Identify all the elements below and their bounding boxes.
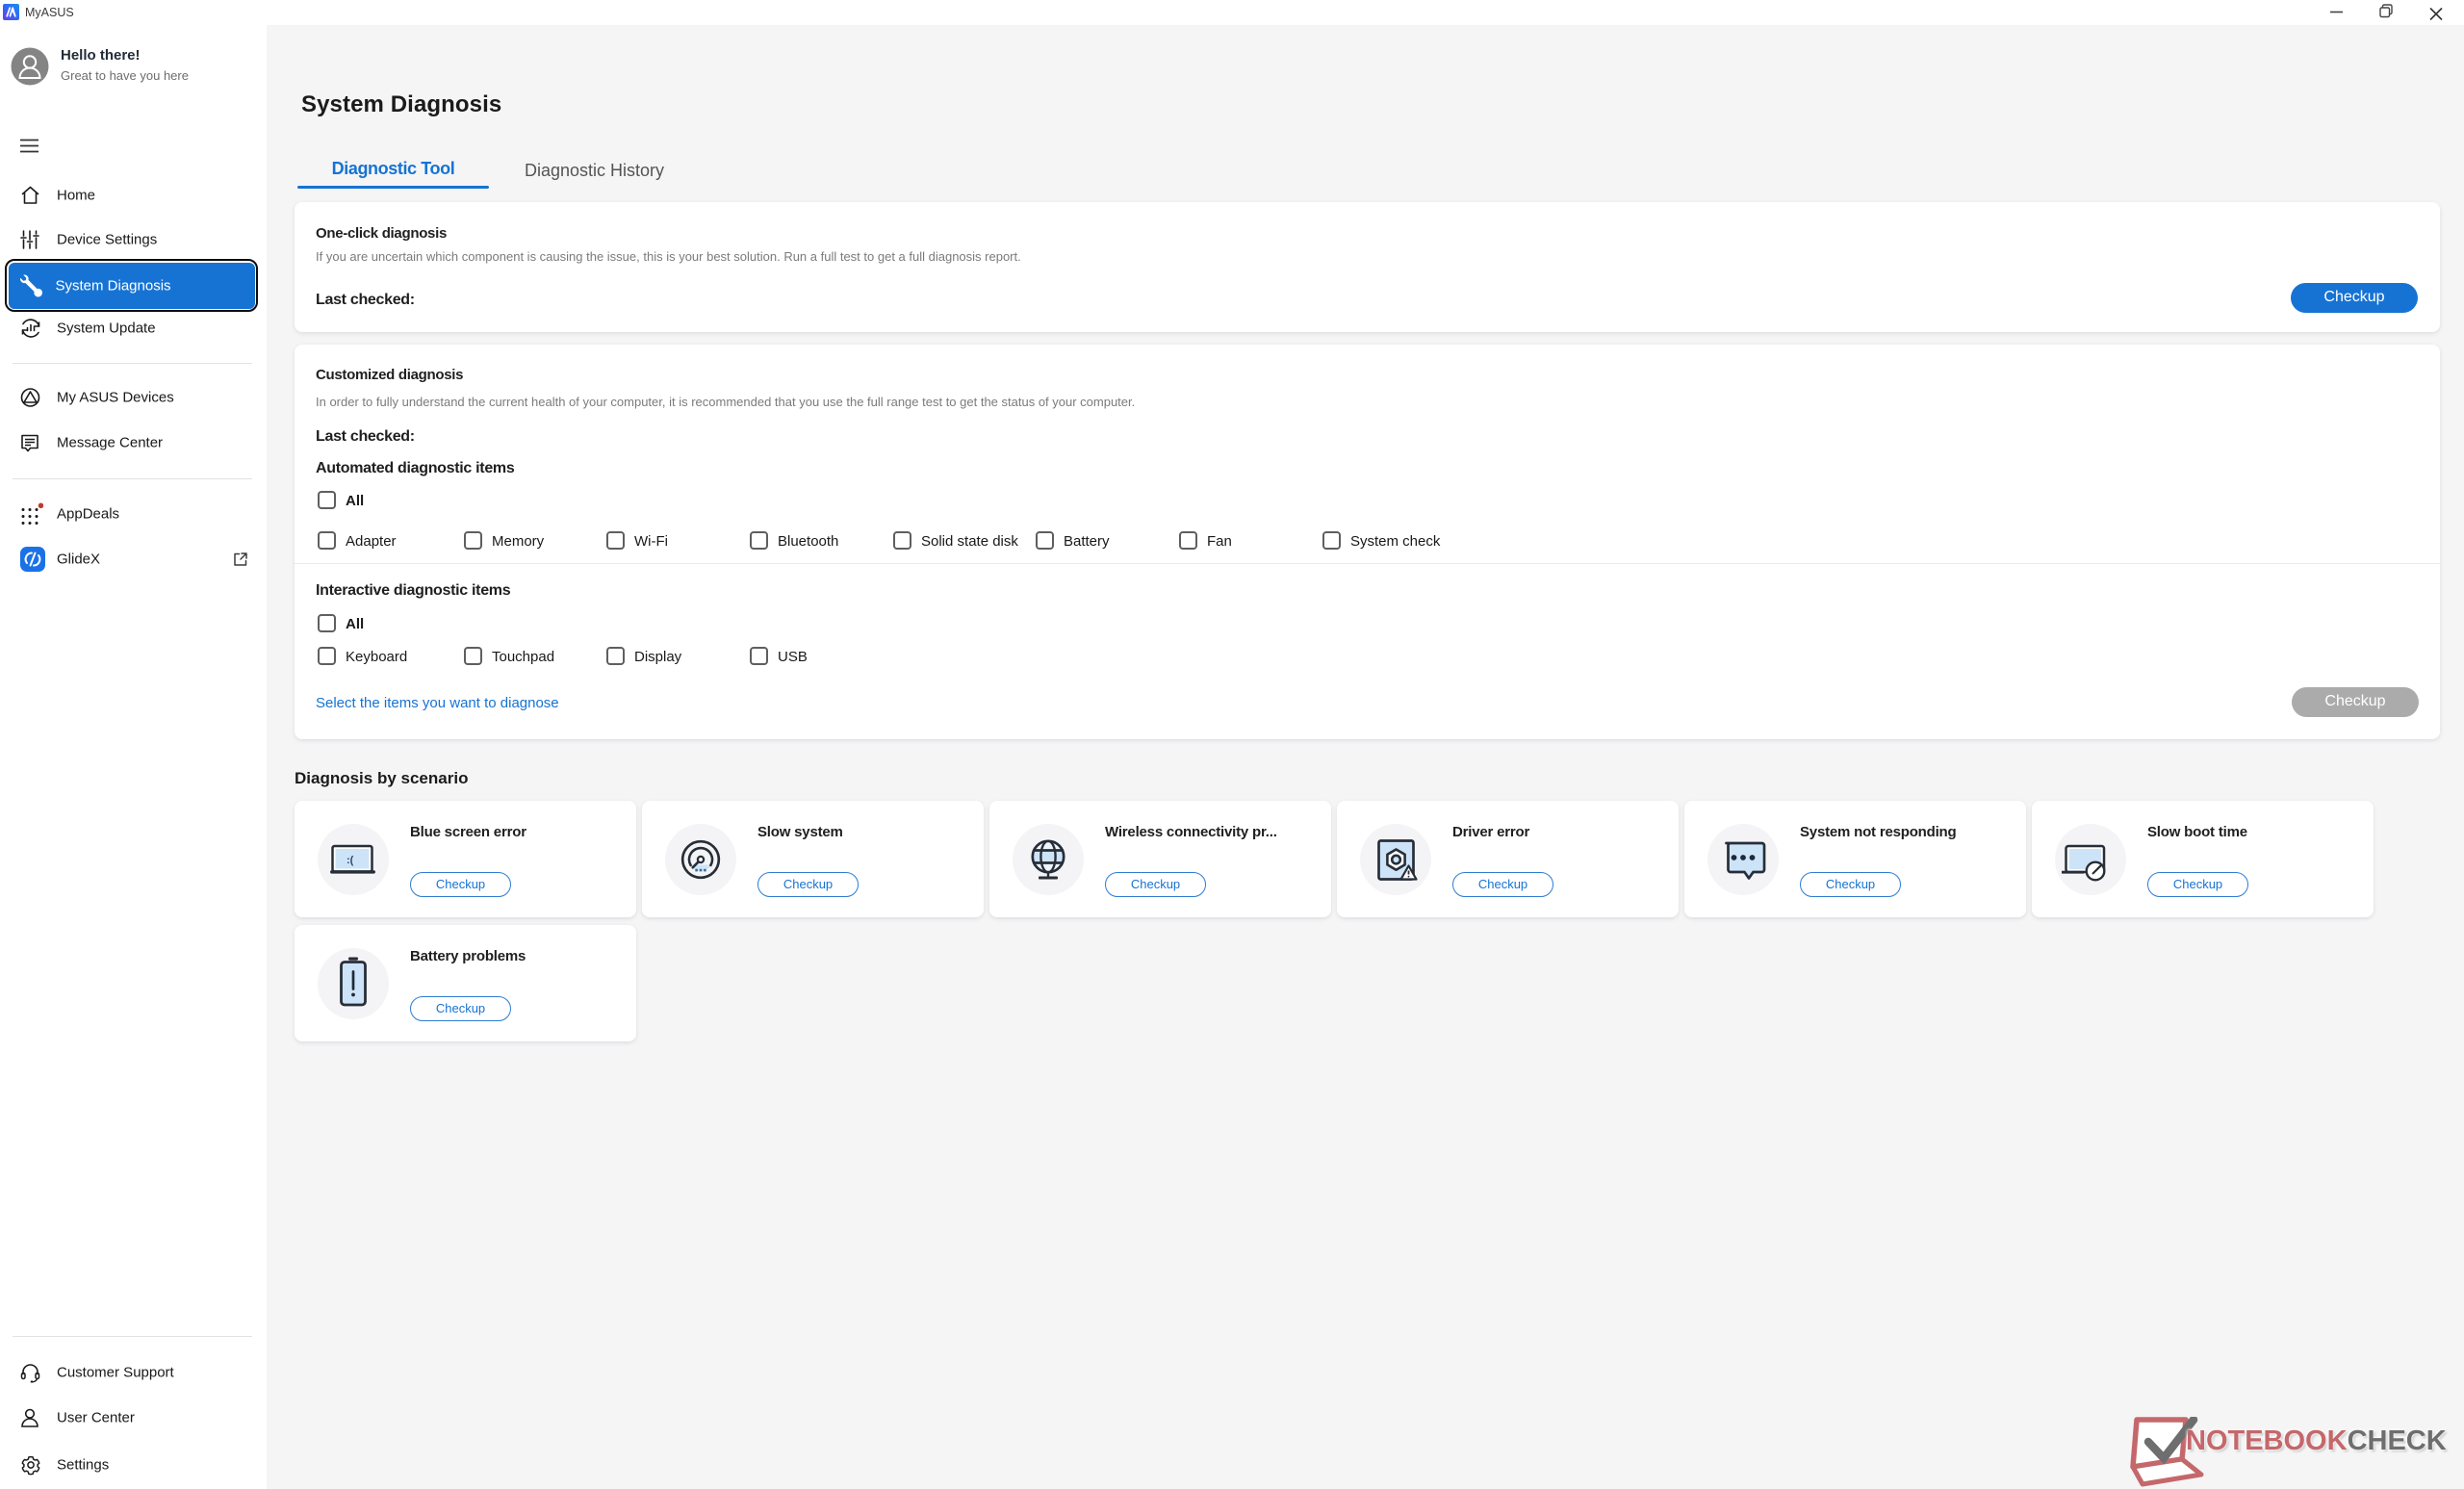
svg-text::(: :( bbox=[346, 855, 354, 866]
